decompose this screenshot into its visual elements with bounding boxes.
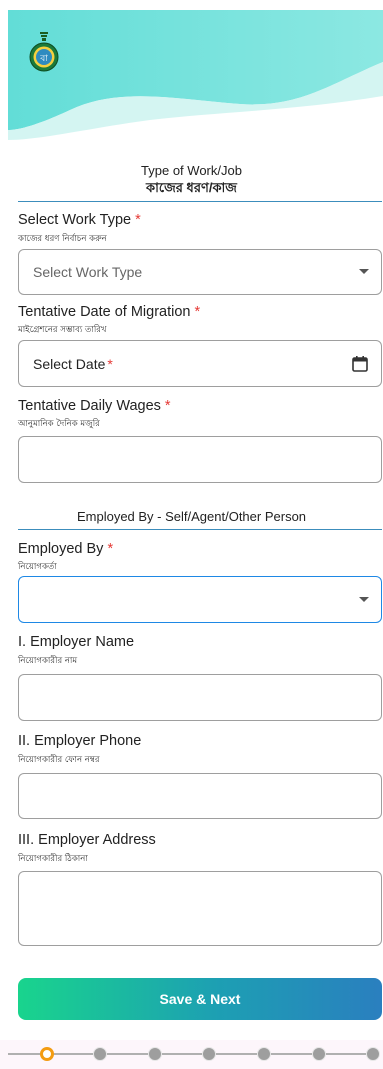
- chevron-down-icon: [359, 269, 369, 274]
- step-5[interactable]: [257, 1047, 271, 1061]
- work-section-divider: [18, 201, 382, 202]
- header-wave: [8, 10, 383, 150]
- employer-phone-sublabel: নিয়োগকারীর ফোন নম্বর: [18, 755, 100, 765]
- step-7[interactable]: [366, 1047, 380, 1061]
- employer-name-sublabel: নিয়োগকারীর নাম: [18, 656, 78, 666]
- required-marker: *: [135, 212, 141, 228]
- step-6[interactable]: [312, 1047, 326, 1061]
- employer-address-sublabel: নিয়োগকারীর ঠিকানা: [18, 854, 88, 864]
- step-3[interactable]: [148, 1047, 162, 1061]
- chevron-down-icon: [359, 596, 369, 602]
- employer-name-label: I. Employer Name: [18, 634, 135, 650]
- work-section-title-bn: কাজের ধরণ/কাজ: [146, 180, 237, 195]
- migration-date-label: Tentative Date of Migration *: [18, 304, 200, 320]
- save-next-button[interactable]: Save & Next: [18, 978, 382, 1020]
- svg-text:বা: বা: [39, 54, 48, 64]
- migration-date-sublabel: মাইগ্রেশনের সম্ভাব্য তারিখ: [18, 325, 107, 335]
- step-2[interactable]: [93, 1047, 107, 1061]
- progress-stepper: [0, 1040, 383, 1069]
- employer-phone-input[interactable]: [18, 773, 382, 819]
- employed-by-sublabel: নিয়োগকর্তা: [18, 562, 57, 572]
- employer-address-textarea[interactable]: [18, 871, 382, 946]
- employed-by-select[interactable]: [18, 576, 382, 623]
- daily-wages-label-text: Tentative Daily Wages: [18, 398, 161, 414]
- step-4[interactable]: [202, 1047, 216, 1061]
- employed-by-label: Employed By *: [18, 541, 113, 557]
- work-type-label: Select Work Type *: [18, 212, 141, 228]
- employer-name-input[interactable]: [18, 674, 382, 721]
- employed-by-label-text: Employed By: [18, 541, 104, 557]
- work-section-title: Type of Work/Job কাজের ধরণ/কাজ: [0, 162, 383, 196]
- employer-phone-label: II. Employer Phone: [18, 733, 142, 749]
- migration-date-input[interactable]: Select Date *: [18, 340, 382, 387]
- required-marker: *: [107, 541, 114, 557]
- work-type-placeholder: Select Work Type: [33, 264, 143, 280]
- migration-date-placeholder: Select Date *: [33, 356, 113, 372]
- header-banner: বা: [0, 0, 383, 150]
- employer-address-label: III. Employer Address: [18, 832, 156, 848]
- daily-wages-sublabel: আনুমানিক দৈনিক মজুরি: [18, 419, 100, 429]
- west-bengal-govt-emblem-icon: বা: [26, 32, 62, 72]
- employer-section-title: Employed By - Self/Agent/Other Person: [76, 509, 307, 524]
- migration-date-placeholder-text: Select Date: [33, 355, 106, 372]
- required-marker: *: [164, 398, 171, 414]
- calendar-icon[interactable]: [351, 355, 369, 373]
- migration-date-label-text: Tentative Date of Migration: [18, 304, 191, 320]
- work-section-title-en: Type of Work/Job: [141, 163, 242, 178]
- daily-wages-label: Tentative Daily Wages *: [18, 398, 171, 414]
- work-type-label-text: Select Work Type: [18, 212, 132, 228]
- daily-wages-input[interactable]: [18, 436, 382, 483]
- employer-section-divider: [18, 529, 382, 530]
- work-type-select[interactable]: Select Work Type: [18, 249, 382, 295]
- required-marker: *: [194, 304, 201, 320]
- required-marker: *: [107, 355, 113, 372]
- work-type-sublabel: কাজের ধরণ নির্বাচন করুন: [18, 234, 107, 244]
- step-1-current[interactable]: [40, 1047, 54, 1061]
